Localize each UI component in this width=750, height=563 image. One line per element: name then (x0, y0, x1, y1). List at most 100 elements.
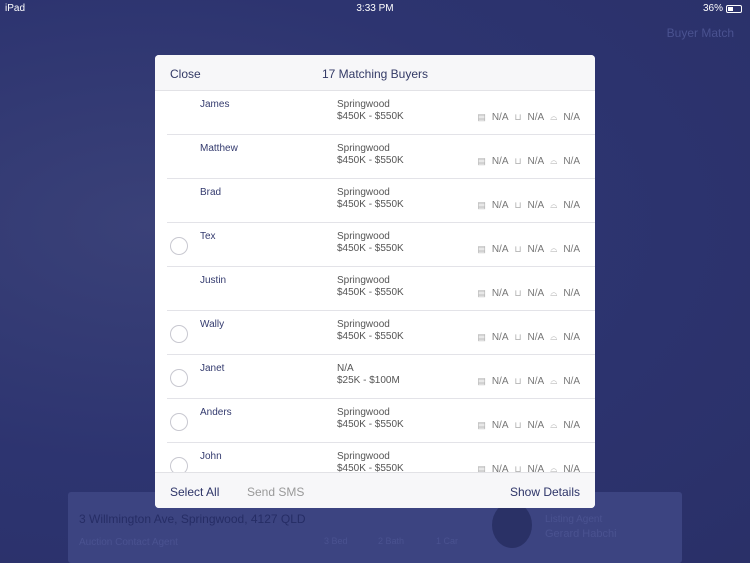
bed-icon: ▤ (477, 112, 486, 122)
bath-icon: ⊔ (514, 200, 522, 210)
car-value: N/A (563, 112, 580, 123)
list-item[interactable]: Wally Springwood $450K - $550K ▤ N/A ⊔ N/A… (167, 311, 595, 355)
buyer-name: Tex (200, 231, 216, 242)
car-icon: ⌓ (550, 332, 558, 342)
bed-value: N/A (491, 244, 509, 255)
select-radio[interactable] (170, 413, 188, 431)
bed-icon: ▤ (477, 200, 486, 210)
buyer-location: Springwood (337, 231, 390, 242)
buyer-name: Janet (200, 363, 225, 374)
car-value: N/A (563, 332, 580, 343)
matching-buyers-modal: Close 17 Matching Buyers James Springwoo… (155, 55, 595, 508)
select-all-button[interactable]: Select All (170, 485, 219, 499)
bed-value: N/A (491, 464, 509, 472)
car-icon: ⌓ (550, 200, 558, 210)
show-details-button[interactable]: Show Details (510, 485, 580, 499)
bath-icon: ⊔ (514, 420, 522, 430)
buyer-name: Anders (200, 407, 232, 418)
send-sms-button[interactable]: Send SMS (247, 485, 304, 499)
bed-icon: ▤ (477, 332, 486, 342)
listing-subtitle: Auction Contact Agent (79, 537, 178, 548)
list-item[interactable]: Brad Springwood $450K - $550K ▤ N/A ⊔ N/A … (167, 179, 595, 223)
bed-value: N/A (491, 200, 509, 211)
buyer-name: John (200, 451, 222, 462)
bath-value: N/A (527, 244, 545, 255)
bed-icon: ▤ (477, 288, 486, 298)
buyer-price: $450K - $550K (337, 419, 404, 430)
buyer-location: Springwood (337, 275, 390, 286)
cars-label: 1 Car (436, 536, 459, 546)
clock: 3:33 PM (356, 3, 394, 14)
car-value: N/A (563, 156, 580, 167)
buyer-price: $450K - $550K (337, 111, 404, 122)
bath-value: N/A (527, 112, 545, 123)
bed-value: N/A (491, 332, 509, 343)
bath-value: N/A (527, 288, 545, 299)
buyer-location: N/A (337, 363, 354, 374)
bed-value: N/A (491, 376, 509, 387)
bath-icon: ⊔ (514, 156, 522, 166)
bath-icon: ⊔ (514, 464, 522, 472)
select-radio[interactable] (170, 369, 188, 387)
bath-value: N/A (527, 332, 545, 343)
buyer-name: James (200, 99, 230, 110)
car-icon: ⌓ (550, 156, 558, 166)
bed-value: N/A (491, 420, 509, 431)
bed-value: N/A (491, 112, 509, 123)
bath-value: N/A (527, 420, 545, 431)
bath-icon: ⊔ (514, 332, 522, 342)
select-radio[interactable] (170, 237, 188, 255)
car-icon: ⌓ (550, 288, 558, 298)
list-item[interactable]: John Springwood $450K - $550K ▤ N/A ⊔ N/A … (167, 443, 595, 472)
list-item[interactable]: Matthew Springwood $450K - $550K ▤ N/A ⊔ N… (167, 135, 595, 179)
bath-value: N/A (527, 200, 545, 211)
bath-value: N/A (527, 156, 545, 167)
car-value: N/A (563, 288, 580, 299)
buyer-name: Brad (200, 187, 222, 198)
bath-icon: ⊔ (514, 288, 522, 298)
list-item[interactable]: Anders Springwood $450K - $550K ▤ N/A ⊔ N/… (167, 399, 595, 443)
bed-icon: ▤ (477, 376, 486, 386)
page-title: Buyer Match (666, 26, 734, 40)
car-value: N/A (563, 464, 580, 472)
bath-icon: ⊔ (514, 376, 522, 386)
listing-address: 3 Willmington Ave, Springwood, 4127 QLD (79, 512, 306, 526)
car-icon: ⌓ (550, 464, 558, 472)
agent-name: Gerard Habchi (545, 528, 617, 540)
buyer-location: Springwood (337, 99, 390, 110)
buyer-price: $25K - $100M (337, 375, 400, 386)
buyer-location: Springwood (337, 143, 390, 154)
buyer-name: Matthew (200, 143, 238, 154)
avatar (492, 502, 532, 548)
buyer-name: Wally (200, 319, 225, 330)
modal-title: 17 Matching Buyers (321, 67, 429, 81)
battery-icon (726, 4, 742, 13)
select-radio[interactable] (170, 457, 188, 472)
buyer-list[interactable]: James Springwood $450K - $550K ▤ N/A ⊔ N/A… (155, 91, 595, 472)
bath-value: N/A (527, 464, 545, 472)
list-item[interactable]: Justin Springwood $450K - $550K ▤ N/A ⊔ N/… (167, 267, 595, 311)
car-value: N/A (563, 376, 580, 387)
list-item[interactable]: Tex Springwood $450K - $550K ▤ N/A ⊔ N/A ⌓… (167, 223, 595, 267)
car-icon: ⌓ (550, 112, 558, 122)
buyer-price: $450K - $550K (337, 287, 404, 298)
bath-value: N/A (527, 376, 545, 387)
bath-icon: ⊔ (514, 244, 522, 254)
baths-label: 2 Bath (378, 536, 405, 546)
select-radio[interactable] (170, 325, 188, 343)
buyer-location: Springwood (337, 451, 390, 462)
bed-icon: ▤ (477, 464, 486, 472)
buyer-price: $450K - $550K (337, 155, 404, 166)
buyer-price: $450K - $550K (337, 199, 404, 210)
buyer-location: Springwood (337, 407, 390, 418)
agent-label: Listing Agent (545, 514, 603, 525)
list-item[interactable]: Janet N/A $25K - $100M ▤ N/A ⊔ N/A ⌓ N/A (167, 355, 595, 399)
buyer-price: $450K - $550K (337, 463, 404, 472)
car-value: N/A (563, 244, 580, 255)
list-item[interactable]: James Springwood $450K - $550K ▤ N/A ⊔ N/A… (167, 91, 595, 135)
buyer-location: Springwood (337, 187, 390, 198)
bed-icon: ▤ (477, 156, 486, 166)
buyer-price: $450K - $550K (337, 331, 404, 342)
car-value: N/A (563, 200, 580, 211)
car-icon: ⌓ (550, 244, 558, 254)
